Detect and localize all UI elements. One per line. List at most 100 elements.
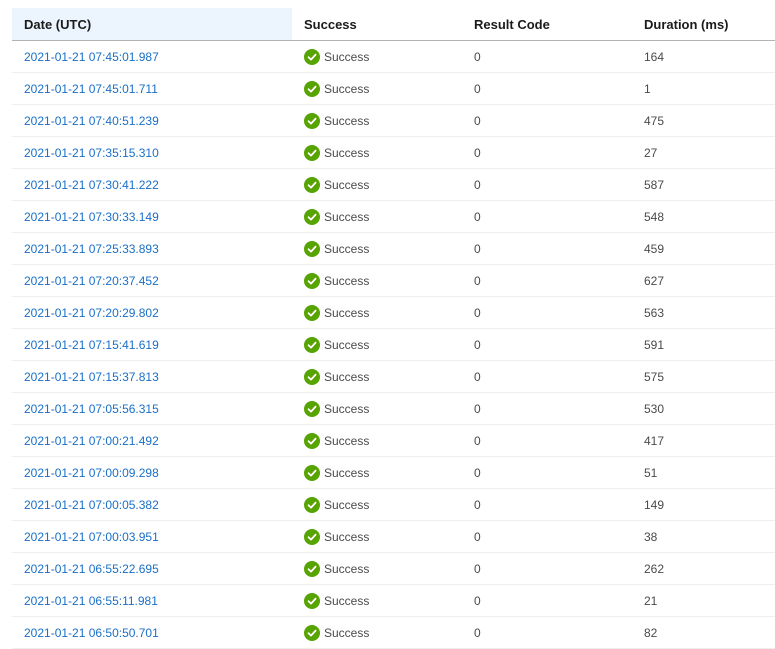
success-label: Success <box>324 625 370 640</box>
date-link[interactable]: 2021-01-21 07:15:41.619 <box>12 338 292 352</box>
success-label: Success <box>324 337 370 352</box>
check-circle-icon <box>304 48 320 65</box>
duration-value: 149 <box>644 497 665 512</box>
result-code: 0 <box>474 625 481 640</box>
date-link[interactable]: 2021-01-21 07:00:21.492 <box>12 434 292 448</box>
duration-value: 591 <box>644 337 665 352</box>
result-code: 0 <box>474 209 481 224</box>
check-circle-icon <box>304 400 320 417</box>
table-row[interactable]: 2021-01-21 07:45:01.987 Success 0 164 <box>12 41 775 73</box>
table-row[interactable]: 2021-01-21 07:00:03.951 Success 0 38 <box>12 521 775 553</box>
duration-value: 563 <box>644 305 665 320</box>
duration-value: 530 <box>644 401 665 416</box>
success-cell: Success <box>292 208 462 225</box>
success-label: Success <box>324 401 370 416</box>
date-link[interactable]: 2021-01-21 07:00:03.951 <box>12 530 292 544</box>
success-cell: Success <box>292 432 462 449</box>
success-cell: Success <box>292 144 462 161</box>
check-circle-icon <box>304 432 320 449</box>
check-circle-icon <box>304 240 320 257</box>
date-link[interactable]: 2021-01-21 07:00:09.298 <box>12 466 292 480</box>
check-circle-icon <box>304 176 320 193</box>
result-code: 0 <box>474 465 481 480</box>
check-circle-icon <box>304 368 320 385</box>
duration-value: 475 <box>644 113 665 128</box>
date-link[interactable]: 2021-01-21 06:55:11.981 <box>12 594 292 608</box>
table-row[interactable]: 2021-01-21 07:15:37.813 Success 0 575 <box>12 361 775 393</box>
duration-value: 51 <box>644 465 658 480</box>
success-cell: Success <box>292 400 462 417</box>
success-label: Success <box>324 305 370 320</box>
check-circle-icon <box>304 336 320 353</box>
date-link[interactable]: 2021-01-21 06:50:50.701 <box>12 626 292 640</box>
success-label: Success <box>324 497 370 512</box>
date-link[interactable]: 2021-01-21 07:15:37.813 <box>12 370 292 384</box>
success-cell: Success <box>292 464 462 481</box>
date-link[interactable]: 2021-01-21 07:35:15.310 <box>12 146 292 160</box>
check-circle-icon <box>304 272 320 289</box>
date-link[interactable]: 2021-01-21 07:25:33.893 <box>12 242 292 256</box>
table-row[interactable]: 2021-01-21 07:15:41.619 Success 0 591 <box>12 329 775 361</box>
column-header-success[interactable]: Success <box>292 8 462 40</box>
table-row[interactable]: 2021-01-21 07:00:09.298 Success 0 51 <box>12 457 775 489</box>
success-label: Success <box>324 465 370 480</box>
success-label: Success <box>324 113 370 128</box>
duration-value: 627 <box>644 273 665 288</box>
check-circle-icon <box>304 624 320 641</box>
date-link[interactable]: 2021-01-21 07:30:33.149 <box>12 210 292 224</box>
duration-value: 38 <box>644 529 658 544</box>
check-circle-icon <box>304 592 320 609</box>
success-label: Success <box>324 81 370 96</box>
check-circle-icon <box>304 208 320 225</box>
column-header-result-code[interactable]: Result Code <box>462 8 632 40</box>
table-row[interactable]: 2021-01-21 07:20:37.452 Success 0 627 <box>12 265 775 297</box>
table-row[interactable]: 2021-01-21 06:50:50.701 Success 0 82 <box>12 617 775 649</box>
date-link[interactable]: 2021-01-21 07:40:51.239 <box>12 114 292 128</box>
success-label: Success <box>324 177 370 192</box>
success-cell: Success <box>292 368 462 385</box>
success-cell: Success <box>292 560 462 577</box>
column-header-date[interactable]: Date (UTC) <box>12 8 292 40</box>
duration-value: 164 <box>644 49 665 64</box>
date-link[interactable]: 2021-01-21 07:05:56.315 <box>12 402 292 416</box>
result-code: 0 <box>474 273 481 288</box>
date-link[interactable]: 2021-01-21 07:20:37.452 <box>12 274 292 288</box>
check-circle-icon <box>304 464 320 481</box>
date-link[interactable]: 2021-01-21 06:55:22.695 <box>12 562 292 576</box>
date-link[interactable]: 2021-01-21 07:00:05.382 <box>12 498 292 512</box>
duration-value: 575 <box>644 369 665 384</box>
success-label: Success <box>324 561 370 576</box>
column-header-duration[interactable]: Duration (ms) <box>632 8 775 40</box>
table-row[interactable]: 2021-01-21 06:55:11.981 Success 0 21 <box>12 585 775 617</box>
table-row[interactable]: 2021-01-21 07:30:33.149 Success 0 548 <box>12 201 775 233</box>
date-link[interactable]: 2021-01-21 07:20:29.802 <box>12 306 292 320</box>
table-row[interactable]: 2021-01-21 07:00:05.382 Success 0 149 <box>12 489 775 521</box>
check-circle-icon <box>304 496 320 513</box>
duration-value: 21 <box>644 593 658 608</box>
table-row[interactable]: 2021-01-21 07:30:41.222 Success 0 587 <box>12 169 775 201</box>
result-code: 0 <box>474 305 481 320</box>
result-code: 0 <box>474 561 481 576</box>
success-cell: Success <box>292 304 462 321</box>
table-row[interactable]: 2021-01-21 07:00:21.492 Success 0 417 <box>12 425 775 457</box>
table-row[interactable]: 2021-01-21 07:05:56.315 Success 0 530 <box>12 393 775 425</box>
duration-value: 548 <box>644 209 665 224</box>
success-label: Success <box>324 273 370 288</box>
result-code: 0 <box>474 49 481 64</box>
result-code: 0 <box>474 81 481 96</box>
success-cell: Success <box>292 528 462 545</box>
duration-value: 82 <box>644 625 658 640</box>
table-row[interactable]: 2021-01-21 06:55:22.695 Success 0 262 <box>12 553 775 585</box>
duration-value: 459 <box>644 241 665 256</box>
table-row[interactable]: 2021-01-21 07:25:33.893 Success 0 459 <box>12 233 775 265</box>
result-code: 0 <box>474 177 481 192</box>
date-link[interactable]: 2021-01-21 07:45:01.711 <box>12 82 292 96</box>
success-label: Success <box>324 433 370 448</box>
table-row[interactable]: 2021-01-21 07:20:29.802 Success 0 563 <box>12 297 775 329</box>
date-link[interactable]: 2021-01-21 07:45:01.987 <box>12 50 292 64</box>
table-row[interactable]: 2021-01-21 07:45:01.711 Success 0 1 <box>12 73 775 105</box>
success-cell: Success <box>292 272 462 289</box>
table-row[interactable]: 2021-01-21 07:40:51.239 Success 0 475 <box>12 105 775 137</box>
date-link[interactable]: 2021-01-21 07:30:41.222 <box>12 178 292 192</box>
table-row[interactable]: 2021-01-21 07:35:15.310 Success 0 27 <box>12 137 775 169</box>
